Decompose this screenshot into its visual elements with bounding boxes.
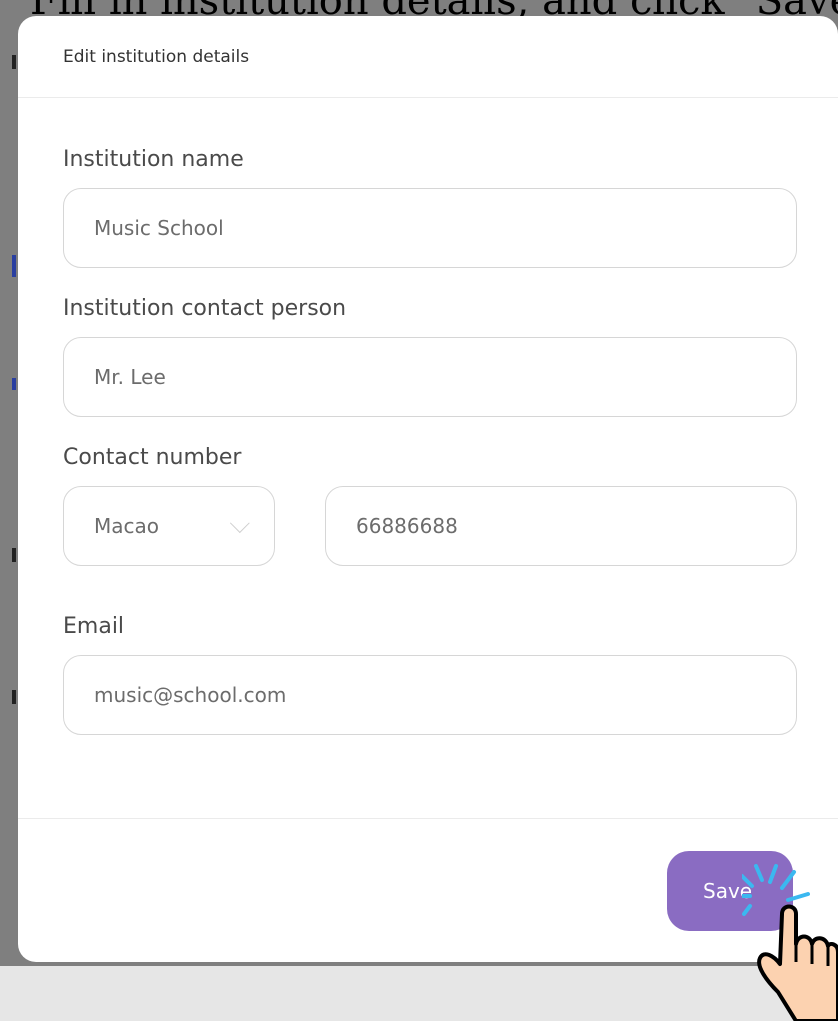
- institution-name-input[interactable]: Music School: [63, 188, 797, 268]
- modal-title: Edit institution details: [63, 46, 250, 67]
- background-text-fragment: [12, 378, 16, 390]
- modal-footer: Save: [18, 818, 838, 962]
- background-text-fragment: [12, 548, 16, 562]
- background-text-fragment: [12, 690, 16, 704]
- region-select[interactable]: Macao: [63, 486, 275, 566]
- chevron-down-icon: [229, 513, 250, 534]
- contact-number-label: Contact number: [63, 445, 242, 470]
- edit-institution-modal: Edit institution details Institution nam…: [18, 16, 838, 962]
- email-label: Email: [63, 614, 125, 639]
- modal-body: Institution name Music School Institutio…: [18, 147, 838, 735]
- contact-person-label: Institution contact person: [63, 296, 347, 321]
- click-effect-icon: [742, 864, 810, 916]
- modal-header: Edit institution details: [18, 16, 838, 98]
- contact-number-row: Macao 66886688: [63, 486, 797, 566]
- background-text-fragment: [12, 255, 16, 277]
- email-input[interactable]: music@school.com: [63, 655, 797, 735]
- background-text-fragment: [12, 55, 16, 69]
- contact-number-input[interactable]: 66886688: [325, 486, 797, 566]
- institution-name-label: Institution name: [63, 147, 244, 172]
- region-select-value: Macao: [94, 514, 159, 538]
- hand-pointer-icon: [742, 864, 838, 1021]
- contact-person-input[interactable]: Mr. Lee: [63, 337, 797, 417]
